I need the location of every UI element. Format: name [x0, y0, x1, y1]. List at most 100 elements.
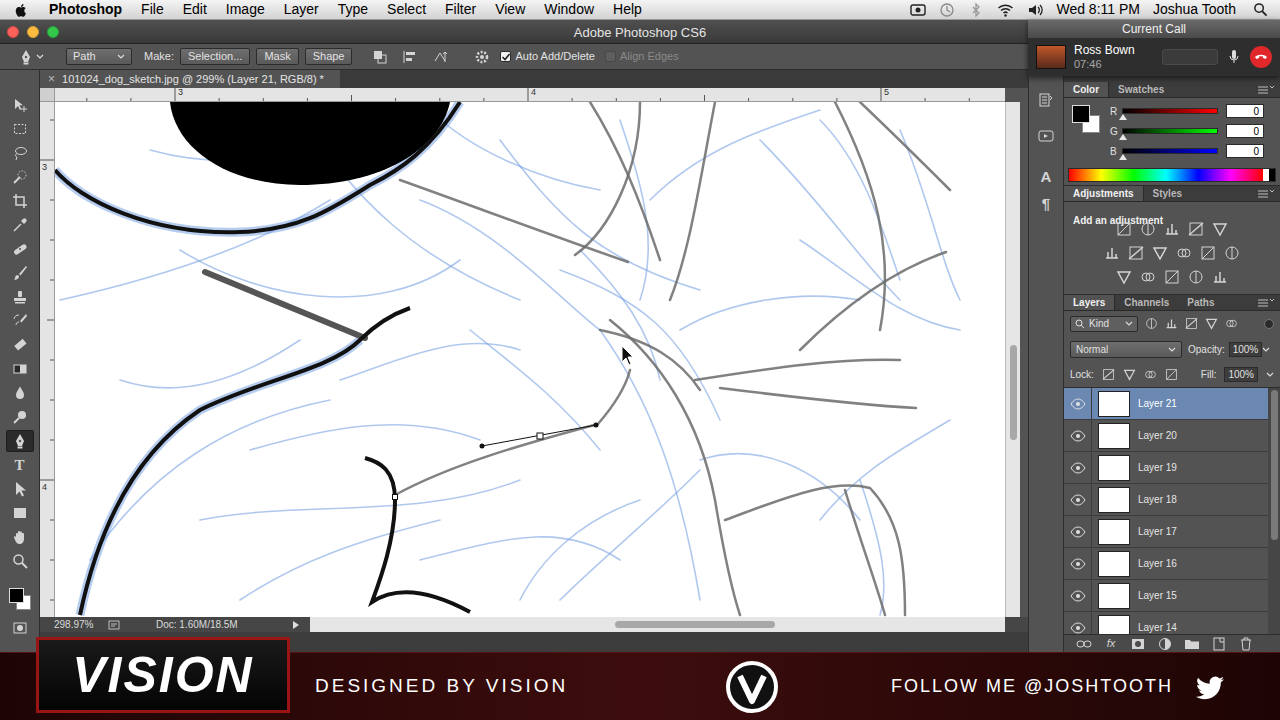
- folder-icon[interactable]: [1184, 636, 1200, 652]
- checkbox-row[interactable]: Auto Add/Delete: [500, 48, 595, 65]
- tool-button[interactable]: [5, 550, 35, 572]
- visibility-toggle[interactable]: [1070, 620, 1086, 635]
- tool-button[interactable]: [5, 190, 35, 212]
- tool-button[interactable]: [5, 334, 35, 356]
- foreground-swatch[interactable]: [9, 588, 24, 603]
- document-tab[interactable]: ×101024_dog_sketch.jpg @ 299% (Layer 21,…: [40, 70, 340, 88]
- quick-mask-icon[interactable]: [12, 620, 28, 636]
- layer-name[interactable]: Layer 16: [1138, 556, 1177, 571]
- channel-value-field[interactable]: 0: [1226, 104, 1264, 118]
- status-menu-icon[interactable]: [292, 620, 300, 630]
- layer-style-button[interactable]: fx: [1103, 635, 1119, 652]
- layer-filter-icon[interactable]: [1225, 317, 1238, 330]
- adjustment-icon[interactable]: [1164, 269, 1180, 285]
- tool-button[interactable]: [5, 118, 35, 140]
- tool-button[interactable]: [5, 166, 35, 188]
- clock[interactable]: Wed 8:11 PM: [1056, 0, 1140, 20]
- menu-item[interactable]: Type: [338, 0, 368, 20]
- tool-button[interactable]: [5, 286, 35, 308]
- layer-mask-icon[interactable]: [1130, 636, 1146, 652]
- filter-dropdown[interactable]: Kind: [1070, 316, 1138, 332]
- adjustment-icon[interactable]: [1176, 245, 1192, 261]
- adjustment-icon[interactable]: [1140, 221, 1156, 237]
- adjustment-icon[interactable]: [1140, 269, 1156, 285]
- opacity-field[interactable]: 100%: [1229, 342, 1263, 357]
- dropdown-arrow-icon[interactable]: [1168, 346, 1176, 353]
- slider-thumb[interactable]: [1119, 114, 1127, 120]
- panel-tab[interactable]: Layers: [1064, 295, 1115, 310]
- checkbox[interactable]: [500, 51, 511, 62]
- layer-row[interactable]: Layer 18: [1064, 484, 1268, 516]
- tool-button[interactable]: [5, 358, 35, 380]
- close-button[interactable]: [7, 26, 19, 38]
- scroll-thumb[interactable]: [1010, 345, 1017, 440]
- layers-scrollbar[interactable]: [1268, 388, 1280, 634]
- adjustment-icon[interactable]: [1212, 269, 1228, 285]
- dropdown-arrow-icon[interactable]: [36, 53, 44, 60]
- menu-item[interactable]: Edit: [183, 0, 207, 20]
- tool-button[interactable]: [5, 142, 35, 164]
- scroll-thumb[interactable]: [615, 621, 775, 628]
- color-slider-track[interactable]: [1122, 108, 1218, 114]
- layer-filter-icon[interactable]: [1165, 317, 1178, 330]
- dropdown-arrow-icon[interactable]: [1262, 346, 1270, 353]
- adjustment-icon[interactable]: [1152, 245, 1168, 261]
- layer-row[interactable]: Layer 15: [1064, 580, 1268, 612]
- panel-tab[interactable]: Adjustments: [1064, 186, 1144, 201]
- panel-tab[interactable]: Styles: [1144, 186, 1191, 201]
- call-extensions-button[interactable]: [1162, 49, 1218, 65]
- tool-preset[interactable]: [18, 49, 66, 65]
- adjustment-icon[interactable]: [1188, 269, 1204, 285]
- layer-row[interactable]: Layer 16: [1064, 548, 1268, 580]
- path-arrangement-icon[interactable]: [432, 49, 448, 65]
- visibility-toggle[interactable]: [1070, 492, 1086, 508]
- color-spectrum[interactable]: [1068, 168, 1276, 182]
- panel-tab[interactable]: Swatches: [1109, 82, 1173, 97]
- trash-icon[interactable]: [1238, 636, 1254, 652]
- twitter-bird-icon[interactable]: [1195, 673, 1225, 701]
- microphone-icon[interactable]: [1226, 49, 1242, 65]
- canvas[interactable]: [55, 102, 1005, 617]
- make-button[interactable]: Mask: [256, 48, 298, 65]
- app-menu[interactable]: Photoshop: [49, 0, 122, 20]
- adjustment-icon[interactable]: [1128, 245, 1144, 261]
- tool-button[interactable]: [5, 502, 35, 524]
- panel-menu-icon[interactable]: [1258, 189, 1274, 199]
- visibility-toggle[interactable]: [1070, 588, 1086, 604]
- history-panel-icon[interactable]: [1038, 92, 1054, 108]
- layer-name[interactable]: Layer 21: [1138, 396, 1177, 411]
- layer-name[interactable]: Layer 18: [1138, 492, 1177, 507]
- path-operations-icon[interactable]: [372, 49, 388, 65]
- time-machine-icon[interactable]: [939, 2, 955, 18]
- layer-row[interactable]: Layer 17: [1064, 516, 1268, 548]
- lock-option-icon[interactable]: [1123, 368, 1136, 381]
- visibility-toggle[interactable]: [1070, 556, 1086, 572]
- layer-name[interactable]: Layer 15: [1138, 588, 1177, 603]
- dropdown-arrow-icon[interactable]: [1125, 320, 1133, 327]
- screen-record-icon[interactable]: [910, 2, 926, 18]
- wifi-icon[interactable]: [997, 2, 1014, 18]
- layer-name[interactable]: Layer 20: [1138, 428, 1177, 443]
- menu-item[interactable]: Window: [544, 0, 594, 20]
- tool-button[interactable]: [5, 382, 35, 404]
- adjustment-icon[interactable]: [1200, 245, 1216, 261]
- fill-field[interactable]: 100%: [1224, 367, 1258, 382]
- adjustment-icon[interactable]: [1164, 221, 1180, 237]
- checkbox[interactable]: [605, 51, 616, 62]
- mode-dropdown[interactable]: Path: [66, 48, 132, 65]
- adjustment-icon[interactable]: [1116, 221, 1132, 237]
- layer-filter-icon[interactable]: [1185, 317, 1198, 330]
- menu-item[interactable]: Filter: [445, 0, 476, 20]
- menu-item[interactable]: Help: [613, 0, 642, 20]
- hang-up-button[interactable]: [1250, 46, 1272, 68]
- tool-button[interactable]: [5, 262, 35, 284]
- bluetooth-icon[interactable]: [968, 2, 984, 18]
- panel-tab[interactable]: Paths: [1178, 295, 1223, 310]
- adjustment-icon[interactable]: [1116, 269, 1132, 285]
- blend-mode-dropdown[interactable]: Normal: [1070, 341, 1182, 358]
- menu-item[interactable]: Image: [226, 0, 265, 20]
- checkbox-row[interactable]: Align Edges: [605, 48, 679, 65]
- color-slider-track[interactable]: [1122, 128, 1218, 134]
- actions-panel-icon[interactable]: [1038, 128, 1054, 144]
- tool-button[interactable]: [5, 406, 35, 428]
